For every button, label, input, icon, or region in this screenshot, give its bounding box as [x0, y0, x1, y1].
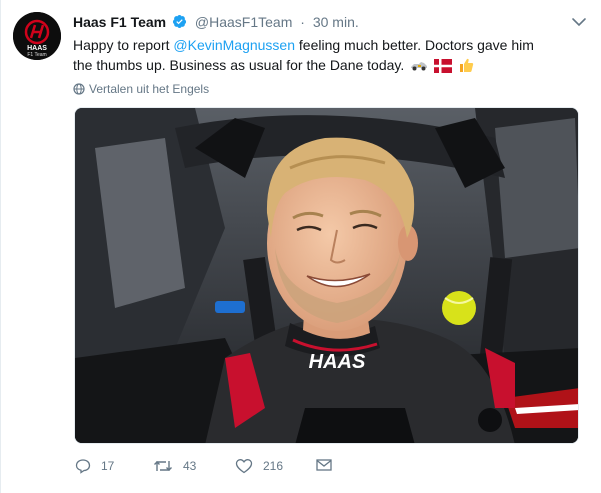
tweet-card[interactable]: HAAS F1 Team Haas F1 Team @HaasF1Team · … [0, 0, 601, 493]
header-separator: · [300, 14, 305, 30]
translate-link[interactable]: Vertalen uit het Engels [73, 82, 209, 96]
author-name[interactable]: Haas F1 Team [73, 14, 166, 30]
tweet-actions: 17 43 216 [75, 458, 405, 480]
verified-badge-icon [172, 14, 187, 29]
tweet-text: Happy to report @KevinMagnussen feeling … [73, 35, 543, 75]
direct-message-button[interactable] [316, 458, 332, 472]
reply-count: 17 [101, 459, 115, 473]
mention-link[interactable]: @KevinMagnussen [173, 37, 295, 53]
heart-icon [235, 459, 253, 474]
retweet-button[interactable]: 43 [153, 458, 196, 474]
thumbs-up-emoji-icon [459, 58, 474, 72]
envelope-icon [316, 459, 332, 471]
like-count: 216 [263, 459, 284, 473]
suit-haas-logo: HAAS [309, 351, 366, 373]
globe-icon [73, 83, 85, 95]
chevron-down-icon[interactable] [571, 14, 587, 30]
tweet-time[interactable]: 30 min. [313, 14, 359, 30]
reply-button[interactable]: 17 [75, 458, 114, 474]
retweet-icon [154, 461, 172, 471]
tweet-text-before: Happy to report [73, 37, 174, 53]
reply-icon [75, 459, 91, 474]
driver-in-cockpit-photo: HAAS [75, 108, 578, 443]
haas-logo-icon: HAAS F1 Team [13, 12, 61, 60]
retweet-count: 43 [183, 459, 197, 473]
avatar-text-top: HAAS [27, 45, 47, 52]
tweet-photo[interactable]: HAAS [74, 107, 579, 444]
denmark-flag-icon [434, 59, 453, 73]
like-button[interactable]: 216 [235, 458, 283, 474]
author-handle[interactable]: @HaasF1Team [195, 14, 292, 30]
tweet-header: Haas F1 Team @HaasF1Team · 30 min. [73, 14, 571, 34]
translate-label: Vertalen uit het Engels [89, 82, 210, 96]
avatar-text-bottom: F1 Team [27, 52, 46, 58]
author-avatar[interactable]: HAAS F1 Team [13, 12, 61, 60]
race-car-emoji-icon [411, 62, 428, 71]
